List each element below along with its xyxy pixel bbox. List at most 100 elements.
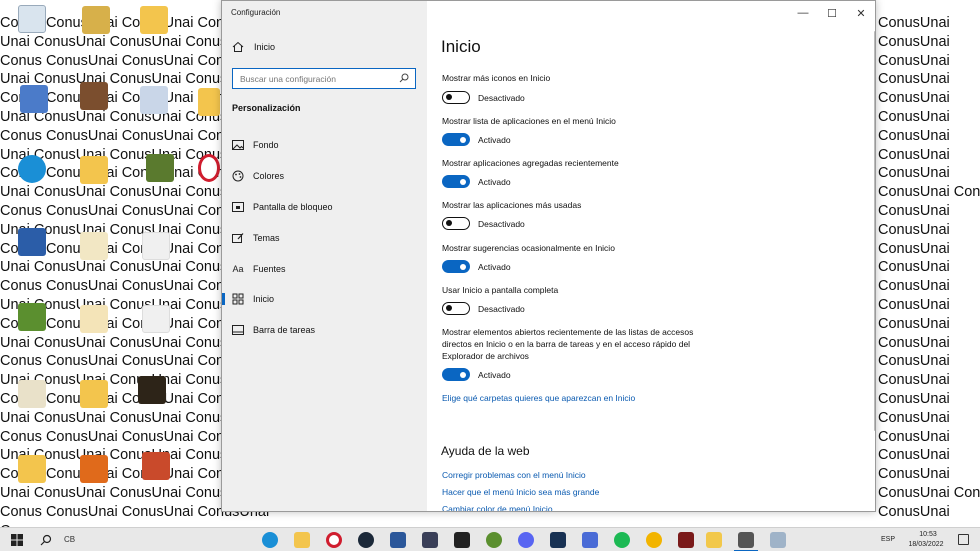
document-shortcut-icon[interactable] xyxy=(80,232,108,260)
folder-icon[interactable] xyxy=(140,6,168,34)
toggle-switch[interactable] xyxy=(442,175,470,188)
edge-taskbar-icon[interactable] xyxy=(262,532,278,548)
app-taskbar-icon[interactable] xyxy=(582,532,598,548)
folder-icon[interactable] xyxy=(80,380,108,408)
steam-taskbar-icon[interactable] xyxy=(358,532,374,548)
wallpaper-text-line: ConusUnai xyxy=(878,52,950,69)
opera-taskbar-icon[interactable] xyxy=(326,532,342,548)
powerpoint-file-icon[interactable] xyxy=(142,452,170,480)
edge-browser-icon[interactable] xyxy=(18,155,46,183)
minimize-button[interactable]: — xyxy=(789,4,817,22)
scrollbar[interactable] xyxy=(874,31,875,431)
pdf-shortcut-icon[interactable] xyxy=(80,305,108,333)
help-link[interactable]: Corregir problemas con el menú Inicio xyxy=(442,470,586,480)
minecraft-icon[interactable] xyxy=(18,303,46,331)
app-shortcut-icon[interactable] xyxy=(18,380,46,408)
clock-date[interactable]: 18/03/2022 xyxy=(905,541,947,548)
folders-link[interactable]: Elige qué carpetas quieres que aparezcan… xyxy=(442,393,635,403)
wallpaper-text-line: Unai ConusUnai ConusUnai ConusUnai xyxy=(0,184,258,201)
home-link[interactable]: Inicio xyxy=(232,41,275,53)
maximize-button[interactable]: ☐ xyxy=(818,4,846,22)
app-taskbar-icon[interactable] xyxy=(706,532,722,548)
windows-start-icon[interactable] xyxy=(11,534,23,546)
toggle-state: Desactivado xyxy=(478,93,525,103)
app-taskbar-icon[interactable] xyxy=(486,532,502,548)
wallpaper-text-line: ConusUnai xyxy=(878,109,950,125)
help-link[interactable]: Hacer que el menú Inicio sea más grande xyxy=(442,487,599,497)
file-icon[interactable] xyxy=(142,305,170,333)
opera-browser-icon[interactable] xyxy=(198,154,220,182)
taskbar-search-text[interactable]: CB xyxy=(64,535,75,544)
app-shortcut-icon[interactable] xyxy=(146,154,174,182)
toggle-switch[interactable] xyxy=(442,302,470,315)
toggle-state: Activado xyxy=(478,135,511,145)
settings-gear-taskbar-icon[interactable] xyxy=(734,532,758,551)
setting-label: Mostrar sugerencias ocasionalmente en In… xyxy=(442,243,615,253)
wallpaper-text-line: ConusUnai xyxy=(878,315,950,332)
toggle-switch[interactable] xyxy=(442,368,470,381)
toggle-switch[interactable] xyxy=(442,260,470,273)
search-input[interactable] xyxy=(233,70,393,88)
installer-shortcut-icon[interactable] xyxy=(20,85,48,113)
taskbar-search-icon[interactable] xyxy=(40,534,52,546)
settings-search-box[interactable] xyxy=(232,68,416,89)
media-shortcut-icon[interactable] xyxy=(80,455,108,483)
image-icon xyxy=(232,139,244,151)
page-title: Inicio xyxy=(441,37,481,56)
wallpaper-text-line: ConusUnai Conus xyxy=(878,485,980,501)
spreadsheet-shortcut-icon[interactable] xyxy=(140,86,168,114)
wallpaper-text-line: ConusUnai xyxy=(878,372,950,389)
font-icon: Aa xyxy=(232,264,244,274)
notification-icon[interactable] xyxy=(958,534,969,545)
setting-label: Mostrar aplicaciones agregadas recientem… xyxy=(442,158,619,168)
spotify-taskbar-icon[interactable] xyxy=(614,532,630,548)
toggle-switch[interactable] xyxy=(442,217,470,230)
wallpaper-text-line: ConusUnai xyxy=(878,428,950,445)
app-taskbar-icon[interactable] xyxy=(678,532,694,548)
wallpaper-text-line: ConusUnai xyxy=(878,297,950,313)
language-indicator[interactable]: ESP xyxy=(881,536,895,543)
file-icon[interactable] xyxy=(142,232,170,260)
archive-shortcut-icon[interactable] xyxy=(80,82,108,110)
setting-label: Usar Inicio a pantalla completa xyxy=(442,285,559,295)
desktop-shortcut-icon[interactable] xyxy=(82,6,110,34)
app-taskbar-icon[interactable] xyxy=(770,532,786,548)
brush-icon xyxy=(232,232,244,244)
recycle-bin-icon[interactable] xyxy=(18,5,46,33)
toggle-knob xyxy=(460,136,466,143)
section-title: Personalización xyxy=(232,103,301,113)
clock-time[interactable]: 10:53 xyxy=(910,531,946,538)
word-taskbar-icon[interactable] xyxy=(390,532,406,548)
sidebar-item-colores[interactable]: Colores xyxy=(222,164,427,188)
close-button[interactable]: ✕ xyxy=(847,4,875,22)
chrome-taskbar-icon[interactable] xyxy=(646,532,662,548)
virtualbox-taskbar-icon[interactable] xyxy=(550,532,566,548)
folder-icon[interactable] xyxy=(80,156,108,184)
file-explorer-taskbar-icon[interactable] xyxy=(294,532,310,548)
virtualbox-icon[interactable] xyxy=(18,228,46,256)
search-icon[interactable] xyxy=(399,73,409,83)
sidebar-item-label: Pantalla de bloqueo xyxy=(253,202,333,212)
toggle-state: Desactivado xyxy=(478,304,525,314)
toggle-switch[interactable] xyxy=(442,133,470,146)
wallpaper-text-line: Unai ConusUnai ConusUnai ConusUnai xyxy=(0,409,258,426)
folder-icon[interactable] xyxy=(198,88,220,116)
wallpaper-text-line: Unai ConusUnai ConusUnai ConusUnai xyxy=(0,259,258,276)
help-link[interactable]: Cambiar color de menú Inicio xyxy=(442,504,553,511)
sidebar-item-pantalla-de-bloqueo[interactable]: Pantalla de bloqueo xyxy=(222,195,427,219)
sidebar-item-temas[interactable]: Temas xyxy=(222,226,427,250)
epic-games-taskbar-icon[interactable] xyxy=(454,532,470,548)
app-taskbar-icon[interactable] xyxy=(422,532,438,548)
toggle-switch[interactable] xyxy=(442,91,470,104)
minimize-icon: — xyxy=(797,7,809,19)
sidebar-item-fondo[interactable]: Fondo xyxy=(222,133,427,157)
sidebar-item-barra-de-tareas[interactable]: Barra de tareas xyxy=(222,318,427,342)
folder-icon[interactable] xyxy=(18,455,46,483)
game-shortcut-icon[interactable] xyxy=(138,376,166,404)
toggle-knob xyxy=(446,305,452,311)
sidebar-item-fuentes[interactable]: Aa Fuentes xyxy=(222,257,427,281)
discord-taskbar-icon[interactable] xyxy=(518,532,534,548)
sidebar-item-label: Fondo xyxy=(253,140,279,150)
sidebar-item-inicio[interactable]: Inicio xyxy=(222,287,427,311)
settings-window: Configuración Inicio Personalización Fon… xyxy=(221,0,876,512)
